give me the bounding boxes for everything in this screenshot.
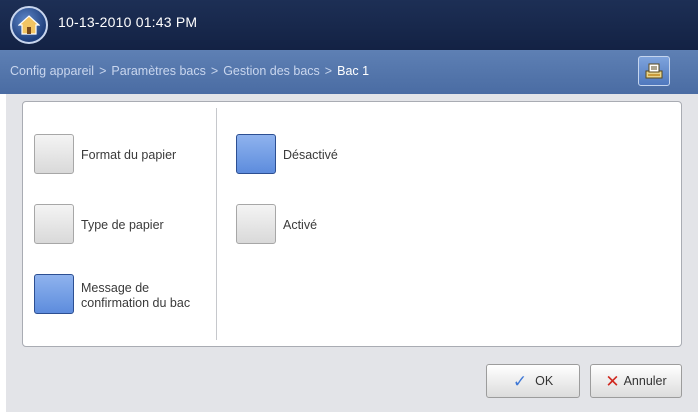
option-button-disabled[interactable]	[236, 134, 276, 174]
cancel-button[interactable]: ✕ Annuler	[590, 364, 682, 398]
breadcrumb-current: Bac 1	[337, 64, 370, 78]
ok-button[interactable]: ✓ OK	[486, 364, 580, 398]
menu-label-paper-type: Type de papier	[81, 218, 164, 232]
home-icon	[18, 15, 40, 35]
breadcrumb-item: Config appareil	[10, 64, 95, 78]
menu-button-paper-type[interactable]	[34, 204, 74, 244]
datetime: 10-13-2010 01:43 PM	[58, 14, 198, 30]
menu-button-tray-confirmation[interactable]	[34, 274, 74, 314]
screen: 10-13-2010 01:43 PM Config appareil > Para…	[0, 0, 698, 412]
menu-label-tray-confirmation: Message de confirmation du bac	[81, 281, 190, 311]
cancel-button-label: Annuler	[623, 374, 667, 388]
status-bar: 10-13-2010 01:43 PM	[0, 0, 698, 50]
menu-button-paper-size[interactable]	[34, 134, 74, 174]
tray-status-button[interactable]	[638, 56, 670, 86]
option-label-enabled: Activé	[283, 218, 318, 232]
tray-icon	[645, 63, 663, 79]
home-button[interactable]	[10, 6, 48, 44]
breadcrumb-item: Gestion des bacs	[223, 64, 320, 78]
breadcrumb-trail: Config appareil > Paramètres bacs > Gestion …	[10, 64, 369, 78]
menu-label-paper-size: Format du papier	[81, 148, 177, 162]
breadcrumb-separator: >	[324, 64, 333, 78]
breadcrumb: Config appareil > Paramètres bacs > Gestion …	[0, 50, 698, 94]
x-icon: ✕	[605, 371, 620, 391]
panel-divider	[216, 108, 217, 340]
breadcrumb-item: Paramètres bacs	[111, 64, 206, 78]
menu-label-line: confirmation du bac	[81, 296, 191, 310]
option-button-enabled[interactable]	[236, 204, 276, 244]
check-icon: ✓	[512, 371, 528, 391]
option-label-disabled: Désactivé	[283, 148, 338, 162]
ok-button-label: OK	[535, 374, 554, 388]
menu-label-line: Message de	[81, 281, 150, 295]
breadcrumb-separator: >	[99, 64, 107, 78]
breadcrumb-separator: >	[210, 64, 219, 78]
